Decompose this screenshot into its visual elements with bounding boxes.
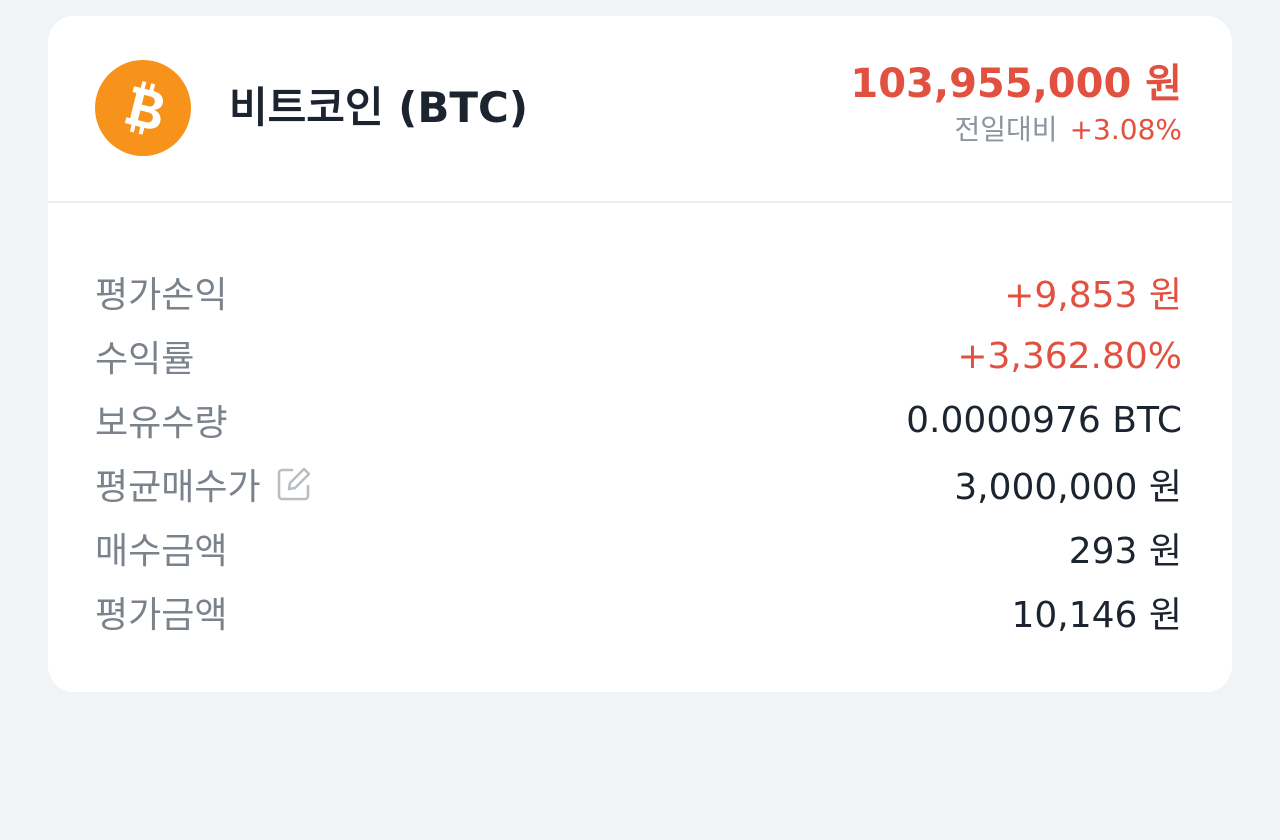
row-label: 매수금액: [95, 531, 228, 572]
row-label: 보유수량: [95, 403, 228, 444]
row-value: 3,000,000 원: [954, 467, 1182, 508]
row-average-price: 평균매수가 3,000,000 원: [95, 452, 1182, 516]
row-value: +9,853 원: [1004, 275, 1182, 316]
edit-icon[interactable]: [275, 465, 313, 503]
row-valuation-amount: 평가금액 10,146 원: [95, 580, 1182, 644]
row-value: 293 원: [1068, 531, 1182, 572]
row-return-rate: 수익률 +3,362.80%: [95, 324, 1182, 388]
holding-card: 비트코인 (BTC) 103,955,000 원 전일대비 +3.08% 평가손익…: [48, 16, 1232, 692]
bitcoin-icon: [95, 60, 191, 156]
row-label: 수익률: [95, 339, 195, 380]
row-value: 0.0000976 BTC: [906, 399, 1182, 441]
card-header: 비트코인 (BTC) 103,955,000 원 전일대비 +3.08%: [48, 16, 1232, 203]
row-label: 평가금액: [95, 595, 228, 636]
holding-details: 평가손익 +9,853 원 수익률 +3,362.80% 보유수량 0.0000…: [95, 260, 1182, 644]
coin-name: 비트코인 (BTC): [229, 83, 529, 132]
row-label-wrap: 평균매수가: [95, 458, 313, 510]
row-value: 10,146 원: [1011, 595, 1182, 636]
row-label: 평균매수가: [95, 467, 261, 508]
row-quantity: 보유수량 0.0000976 BTC: [95, 388, 1182, 452]
row-purchase-amount: 매수금액 293 원: [95, 516, 1182, 580]
daily-change: 전일대비 +3.08%: [850, 112, 1182, 148]
row-unrealized-pnl: 평가손익 +9,853 원: [95, 260, 1182, 324]
daily-change-value: +3.08%: [1069, 113, 1182, 146]
price-block: 103,955,000 원 전일대비 +3.08%: [850, 58, 1182, 148]
current-price: 103,955,000 원: [850, 61, 1182, 107]
daily-change-label: 전일대비: [954, 113, 1058, 146]
row-value: +3,362.80%: [957, 335, 1182, 377]
row-label: 평가손익: [95, 275, 228, 316]
